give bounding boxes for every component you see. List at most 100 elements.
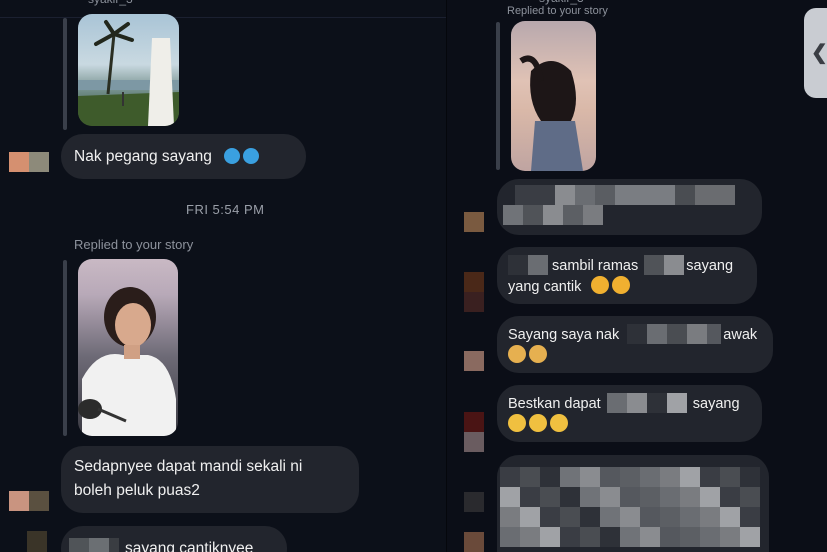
smiling-emoji-icon	[550, 414, 568, 432]
censored-pixel	[644, 255, 665, 275]
sender-avatar[interactable]	[464, 351, 484, 371]
avatar-pixel	[9, 491, 29, 511]
message-text: sambil ramas	[552, 258, 639, 274]
censored-pixel	[626, 393, 647, 413]
message-bubble[interactable]: sayang cantiknyee	[61, 526, 287, 552]
sender-avatar[interactable]	[464, 272, 484, 312]
censored-pixel	[680, 467, 700, 487]
chat-header: syakir_3	[0, 0, 447, 18]
droplets-emoji-icon	[224, 148, 241, 164]
sender-avatar[interactable]	[9, 491, 49, 511]
censored-pixel	[664, 255, 685, 275]
censored-pixel	[500, 527, 520, 547]
avatar-pixel	[464, 351, 484, 371]
censored-pixel	[500, 467, 520, 487]
censored-pixel	[540, 467, 560, 487]
censored-pixel	[500, 507, 520, 527]
censored-pixel	[580, 507, 600, 527]
message-text: Nak pegang sayang	[74, 148, 212, 165]
censored-pixel	[560, 487, 580, 507]
censored-pixel	[600, 467, 620, 487]
censored-pixel	[620, 527, 640, 547]
message-bubble[interactable]: Bestkan dapat sayang	[497, 385, 762, 442]
avatar-pixel	[29, 152, 49, 172]
censored-pixel	[740, 487, 760, 507]
avatar-pixel	[464, 432, 484, 452]
censored-pixel	[640, 487, 660, 507]
story-thumbnail-beach[interactable]	[78, 14, 179, 126]
message-text: sayang cantiknyee	[125, 540, 254, 552]
censored-pixel	[595, 185, 615, 205]
censored-pixel	[700, 487, 720, 507]
back-button[interactable]: ❮	[804, 8, 827, 98]
censored-pixel	[666, 393, 687, 413]
avatar-pixel	[464, 212, 484, 232]
sender-avatar[interactable]	[464, 212, 484, 232]
censored-pixel	[520, 527, 540, 547]
censored-pixel	[575, 185, 595, 205]
censored-pixel	[640, 467, 660, 487]
censored-text	[503, 205, 754, 225]
censored-pixel	[508, 255, 528, 275]
avatar-pixel	[464, 532, 484, 552]
censored-pixel	[606, 393, 627, 413]
avatar-pixel	[27, 531, 47, 552]
censored-pixel	[560, 527, 580, 547]
censored-pixel	[700, 507, 720, 527]
censored-pixel	[540, 507, 560, 527]
censored-pixel	[660, 507, 680, 527]
censored-text	[500, 467, 766, 547]
replied-story-label: Replied to your story	[507, 5, 608, 17]
censored-pixel	[667, 324, 688, 344]
censored-pixel	[540, 487, 560, 507]
chat-header: syakir_3 Replied to your story	[447, 0, 827, 17]
censored-pixel	[740, 527, 760, 547]
censored-pixel	[600, 527, 620, 547]
message-timestamp: FRI 5:54 PM	[186, 202, 265, 217]
censored-pixel	[563, 205, 583, 225]
message-bubble[interactable]	[497, 179, 762, 235]
censored-pixel	[600, 487, 620, 507]
message-text-line1: Sedapnyee dapat mandi sekali ni	[74, 458, 303, 475]
censored-pixel	[680, 487, 700, 507]
story-image	[519, 55, 583, 171]
sender-avatar[interactable]	[464, 492, 484, 512]
censored-pixel	[720, 527, 740, 547]
avatar-pixel	[29, 491, 49, 511]
left-chat-panel: syakir_3 Nak pegang sayang FRI 5:54 PM R…	[0, 0, 447, 552]
reply-line	[63, 18, 67, 130]
censored-pixel	[109, 538, 119, 552]
censored-pixel	[647, 324, 668, 344]
message-bubble[interactable]: sambil ramas sayang yang cantik	[497, 247, 757, 304]
censored-pixel	[620, 487, 640, 507]
droplets-emoji-icon	[243, 148, 260, 164]
story-thumbnail-hair[interactable]	[511, 21, 596, 171]
censored-pixel	[620, 507, 640, 527]
sender-avatar[interactable]	[27, 531, 47, 552]
censored-pixel	[503, 205, 523, 225]
sender-avatar[interactable]	[464, 532, 484, 552]
censored-pixel	[620, 467, 640, 487]
message-bubble[interactable]: Sayang saya nak awak	[497, 316, 773, 373]
story-thumbnail-selfie[interactable]	[78, 259, 178, 436]
censored-pixel	[580, 467, 600, 487]
censored-pixel	[560, 467, 580, 487]
censored-pixel	[700, 527, 720, 547]
censored-pixel	[583, 205, 603, 225]
message-bubble[interactable]	[497, 455, 769, 552]
censored-pixel	[520, 507, 540, 527]
message-bubble[interactable]: Nak pegang sayang	[61, 134, 306, 179]
header-username[interactable]: syakir_3	[88, 0, 133, 6]
message-text-2: sayang	[692, 396, 740, 412]
sender-avatar[interactable]	[9, 152, 49, 172]
sender-avatar[interactable]	[464, 412, 484, 452]
censored-text	[515, 185, 754, 205]
message-text-2: awak	[723, 327, 758, 343]
censored-pixel	[695, 185, 735, 205]
censored-pixel	[700, 467, 720, 487]
censored-pixel	[580, 487, 600, 507]
censored-pixel	[528, 255, 548, 275]
avatar-pixel	[464, 492, 484, 512]
censored-pixel	[580, 527, 600, 547]
message-bubble[interactable]: Sedapnyee dapat mandi sekali ni boleh pe…	[61, 446, 359, 513]
